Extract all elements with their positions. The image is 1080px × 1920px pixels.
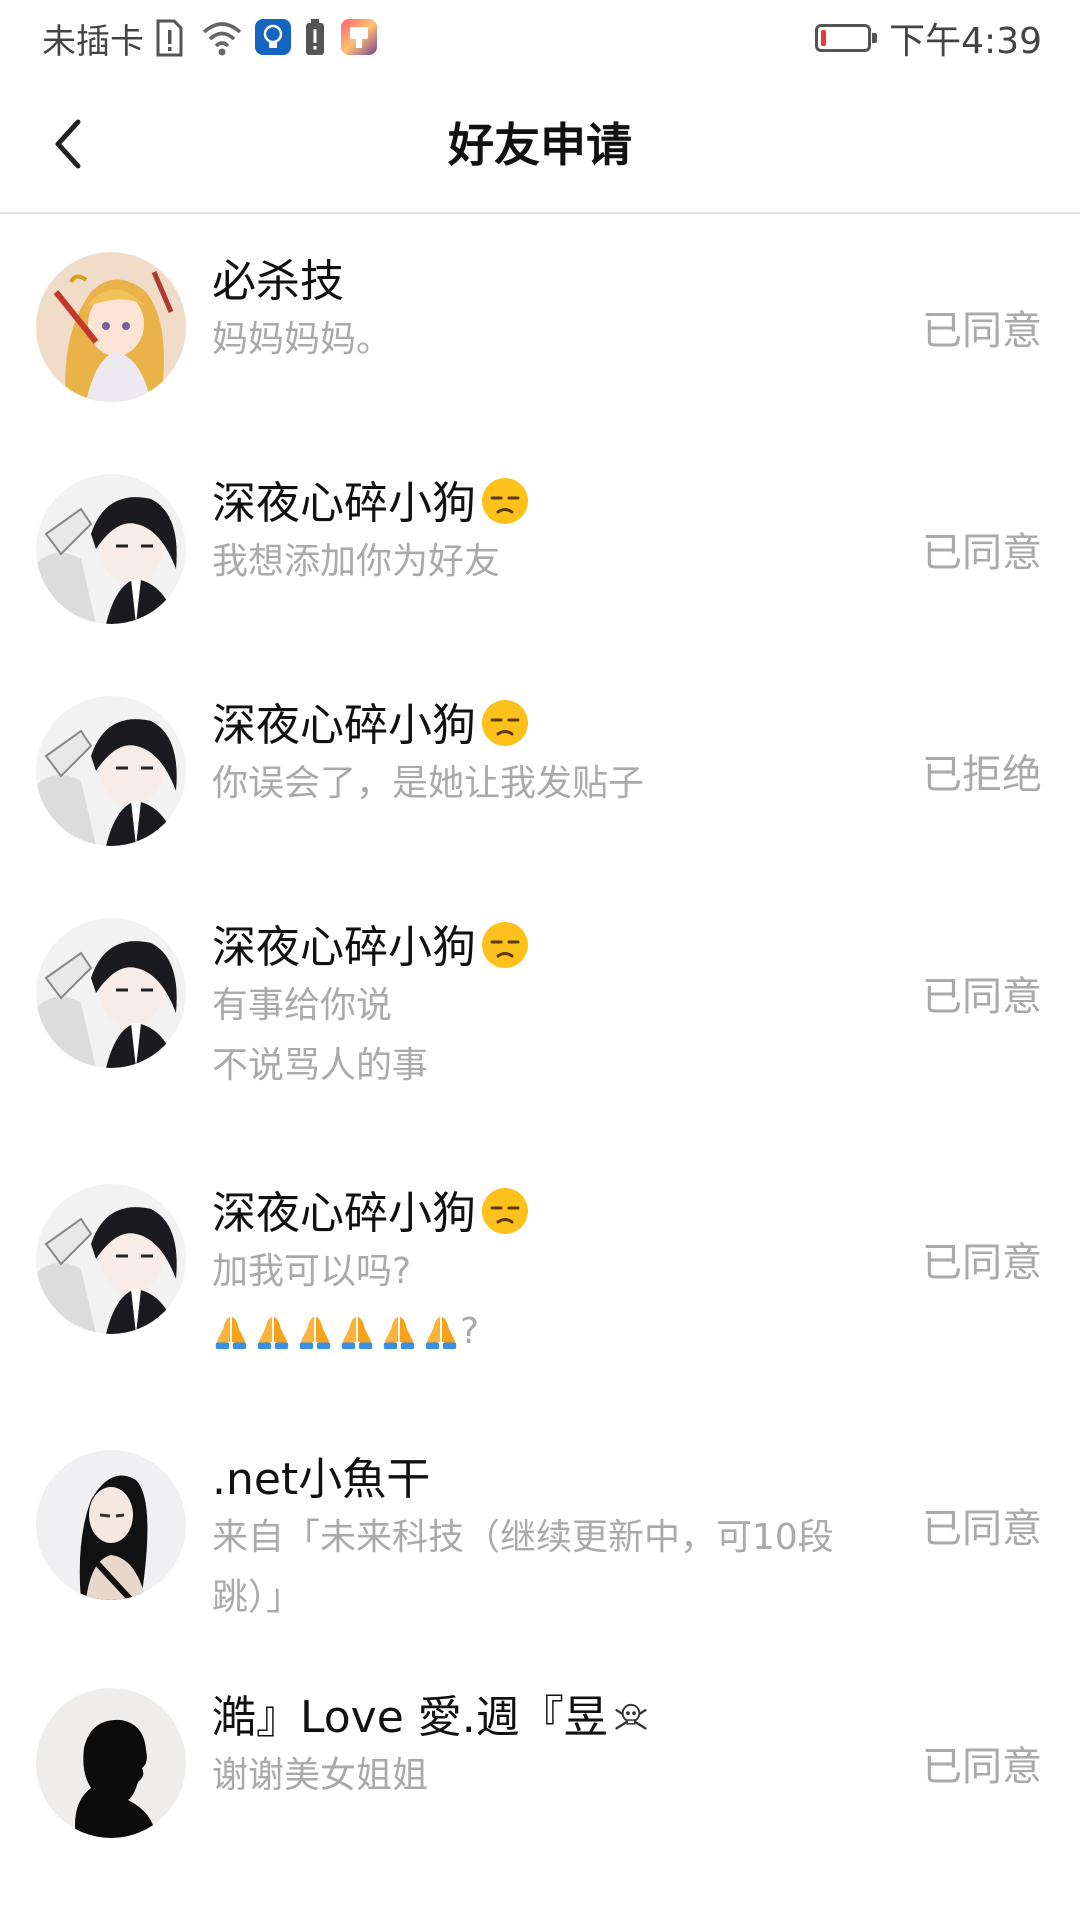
status-bar: 未插卡 下午4:39 — [0, 0, 1080, 76]
request-item[interactable]: 深夜心碎小狗 有事给你说 不说骂人的事 已同意 — [0, 880, 1080, 1146]
colorful-app-icon — [340, 18, 380, 58]
skull-crossbones-icon — [615, 1703, 647, 1730]
sim-alert-icon — [154, 18, 190, 58]
pray-emoji-group — [212, 1313, 460, 1351]
requester-name-row: 深夜心碎小狗 — [212, 1186, 892, 1242]
screen: 未插卡 下午4:39 好友申请 必杀技 妈妈妈妈。 已同意 深夜心碎小狗 我想添… — [0, 0, 1080, 1920]
request-status: 已同意 — [922, 530, 1042, 576]
request-message: 不说骂人的事 — [212, 1045, 429, 1086]
anime-boy-dark-hair-avatar — [36, 918, 186, 1068]
anime-boy-dark-hair-avatar — [36, 696, 186, 846]
request-body: 深夜心碎小狗 你误会了，是她让我发贴子 — [212, 698, 892, 814]
carrier-label: 未插卡 — [42, 21, 144, 62]
request-body: 深夜心碎小狗 有事给你说 不说骂人的事 — [212, 920, 892, 1096]
requester-name-row: 深夜心碎小狗 — [212, 698, 892, 754]
requester-name-row: 澔』Love 愛.週『昱 — [212, 1690, 892, 1746]
request-status: 已同意 — [922, 1506, 1042, 1552]
battery-icon — [815, 24, 878, 52]
request-status: 已同意 — [922, 308, 1042, 354]
avatar[interactable] — [36, 474, 186, 624]
title-bar: 好友申请 — [0, 76, 1080, 214]
anime-boy-dark-hair-avatar — [36, 1184, 186, 1334]
request-message: 妈妈妈妈。 — [212, 319, 393, 360]
request-body: 必杀技 妈妈妈妈。 — [212, 254, 892, 370]
chevron-left-icon — [55, 119, 81, 169]
avatar[interactable] — [36, 696, 186, 846]
request-item[interactable]: 深夜心碎小狗 加我可以吗? ? 已同意 — [0, 1146, 1080, 1412]
status-bar-right: 下午4:39 — [815, 14, 1042, 62]
requester-name: 深夜心碎小狗 — [212, 478, 476, 529]
folded-hands-icon — [215, 1316, 247, 1350]
requester-name: 深夜心碎小狗 — [212, 922, 476, 973]
request-message: ? — [460, 1311, 480, 1352]
bulb-app-icon — [254, 18, 294, 58]
avatar[interactable] — [36, 1688, 186, 1838]
request-status: 已同意 — [922, 974, 1042, 1020]
folded-hands-icon — [299, 1316, 331, 1350]
request-message: 来自「未来科技（继续更新中，可10段 — [212, 1517, 834, 1558]
request-item[interactable]: 必杀技 妈妈妈妈。 已同意 — [0, 214, 1080, 436]
anime-girl-black-hair-avatar — [36, 1450, 186, 1600]
unamused-face-icon — [482, 1188, 528, 1234]
request-message: 谢谢美女姐姐 — [212, 1755, 429, 1796]
request-message: 有事给你说 — [212, 985, 393, 1026]
request-item[interactable]: .net小魚干 来自「未来科技（继续更新中，可10段 跳）」 已同意 — [0, 1412, 1080, 1678]
avatar[interactable] — [36, 918, 186, 1068]
folded-hands-icon — [257, 1316, 289, 1350]
unamused-face-icon — [482, 922, 528, 968]
request-message: 你误会了，是她让我发贴子 — [212, 763, 645, 804]
unamused-face-icon — [482, 700, 528, 746]
request-status: 已同意 — [922, 1744, 1042, 1790]
request-item[interactable]: 澔』Love 愛.週『昱 谢谢美女姐姐 已同意 — [0, 1678, 1080, 1900]
request-message: 我想添加你为好友 — [212, 541, 501, 582]
request-body: 深夜心碎小狗 加我可以吗? ? — [212, 1186, 892, 1362]
avatar[interactable] — [36, 1450, 186, 1600]
requester-name: .net小魚干 — [212, 1454, 431, 1505]
silhouette-profile-avatar — [36, 1688, 186, 1838]
anime-girl-blonde-avatar — [36, 252, 186, 402]
request-item[interactable]: 深夜心碎小狗 我想添加你为好友 已同意 — [0, 436, 1080, 658]
back-button[interactable] — [36, 112, 100, 176]
requester-name: 深夜心碎小狗 — [212, 1188, 476, 1239]
wifi-icon — [200, 18, 244, 58]
unamused-face-icon — [482, 478, 528, 524]
request-body: 澔』Love 愛.週『昱 谢谢美女姐姐 — [212, 1690, 892, 1806]
folded-hands-icon — [425, 1316, 457, 1350]
request-message: 加我可以吗? — [212, 1251, 412, 1292]
battery-level — [821, 30, 827, 46]
friend-request-list: 必杀技 妈妈妈妈。 已同意 深夜心碎小狗 我想添加你为好友 已同意 深夜心碎小狗… — [0, 214, 1080, 1900]
avatar[interactable] — [36, 1184, 186, 1334]
anime-boy-dark-hair-avatar — [36, 474, 186, 624]
requester-name-row: 深夜心碎小狗 — [212, 920, 892, 976]
requester-name-row: 深夜心碎小狗 — [212, 476, 892, 532]
requester-name: 必杀技 — [212, 256, 344, 307]
request-message: 跳）」 — [212, 1577, 303, 1618]
folded-hands-icon — [383, 1316, 415, 1350]
request-body: 深夜心碎小狗 我想添加你为好友 — [212, 476, 892, 592]
page-title: 好友申请 — [448, 118, 632, 172]
request-status: 已拒绝 — [922, 752, 1042, 798]
requester-name: 澔』Love 愛.週『昱 — [212, 1692, 608, 1743]
folded-hands-icon — [341, 1316, 373, 1350]
clock: 下午4:39 — [889, 21, 1042, 62]
avatar[interactable] — [36, 252, 186, 402]
request-item[interactable]: 深夜心碎小狗 你误会了，是她让我发贴子 已拒绝 — [0, 658, 1080, 880]
battery-alert-icon — [304, 18, 330, 58]
requester-name: 深夜心碎小狗 — [212, 700, 476, 751]
status-bar-left: 未插卡 — [42, 14, 380, 62]
request-status: 已同意 — [922, 1240, 1042, 1286]
request-body: .net小魚干 来自「未来科技（继续更新中，可10段 跳）」 — [212, 1452, 912, 1628]
request-message-emoji-row: ? — [212, 1302, 892, 1362]
